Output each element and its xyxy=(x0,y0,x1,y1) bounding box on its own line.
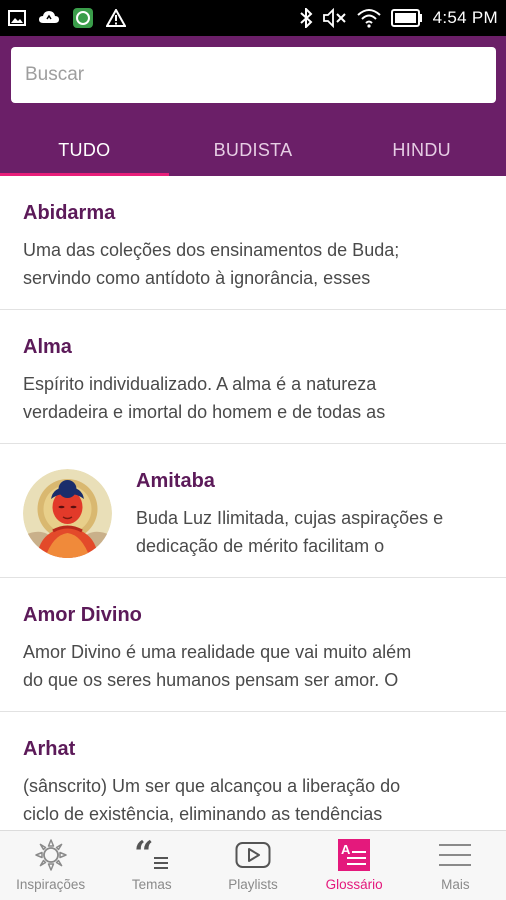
glossary-icon: A xyxy=(338,831,371,873)
amitabha-buddha-image xyxy=(23,469,112,558)
glossary-list: Abidarma Uma das coleções dos ensinament… xyxy=(0,176,506,830)
wifi-icon xyxy=(356,8,381,28)
nav-temas[interactable]: “ Temas xyxy=(101,831,202,900)
nav-label: Temas xyxy=(131,877,172,892)
entry-description: (sânscrito) Um ser que alcançou a libera… xyxy=(23,776,401,824)
image-icon xyxy=(8,10,26,26)
app-notification-icon xyxy=(72,7,94,29)
nav-glossario[interactable]: A Glossário xyxy=(304,831,405,900)
warning-icon xyxy=(106,9,126,27)
nav-inspiracoes[interactable]: Inspirações xyxy=(0,831,101,900)
nav-label: Mais xyxy=(441,877,470,892)
tab-tudo[interactable]: TUDO xyxy=(0,124,169,176)
status-right-icons: 4:54 PM xyxy=(299,8,498,28)
nav-label: Glossário xyxy=(325,877,383,892)
battery-icon xyxy=(390,9,423,27)
search-input[interactable] xyxy=(11,47,496,103)
status-bar: 4:54 PM xyxy=(0,0,506,36)
cloud-icon xyxy=(38,10,60,26)
entry-description: Uma das coleções dos ensinamentos de Bud… xyxy=(23,240,400,288)
bottom-navigation: Inspirações “ Temas Playlists A Glossári… xyxy=(0,830,506,900)
tab-budista[interactable]: BUDISTA xyxy=(169,124,338,176)
search-box xyxy=(11,47,496,103)
glossary-entry-amor-divino[interactable]: Amor Divino Amor Divino é uma realidade … xyxy=(0,578,506,712)
entry-title: Amitaba xyxy=(136,470,215,492)
nav-mais[interactable]: Mais xyxy=(405,831,506,900)
play-icon xyxy=(235,831,271,873)
menu-icon xyxy=(438,831,472,873)
quote-icon: “ xyxy=(134,831,170,873)
glossary-entry-abidarma[interactable]: Abidarma Uma das coleções dos ensinament… xyxy=(0,176,506,310)
nav-label: Inspirações xyxy=(16,877,86,892)
entry-title: Abidarma xyxy=(23,202,116,224)
glossary-entry-arhat[interactable]: Arhat (sânscrito) Um ser que alcançou a … xyxy=(0,712,506,830)
entry-description: Espírito individualizado. A alma é a nat… xyxy=(23,374,386,422)
app-header: TUDO BUDISTA HINDU xyxy=(0,36,506,176)
entry-description: Buda Luz Ilimitada, cujas aspirações e d… xyxy=(136,508,444,556)
entry-title: Alma xyxy=(23,336,72,358)
entry-title: Arhat xyxy=(23,738,76,760)
status-time: 4:54 PM xyxy=(432,8,498,27)
glossary-entry-alma[interactable]: Alma Espírito individualizado. A alma é … xyxy=(0,310,506,444)
category-tabs: TUDO BUDISTA HINDU xyxy=(0,124,506,176)
sun-icon xyxy=(34,831,68,873)
glossary-entry-amitaba[interactable]: Amitaba Buda Luz Ilimitada, cujas aspira… xyxy=(0,444,506,578)
entry-description: Amor Divino é uma realidade que vai muit… xyxy=(23,642,412,690)
svg-text:“: “ xyxy=(134,839,154,871)
svg-text:A: A xyxy=(341,842,351,857)
nav-label: Playlists xyxy=(228,877,278,892)
entry-title: Amor Divino xyxy=(23,604,142,626)
nav-playlists[interactable]: Playlists xyxy=(202,831,303,900)
tab-hindu[interactable]: HINDU xyxy=(337,124,506,176)
bluetooth-icon xyxy=(299,8,313,28)
status-left-icons xyxy=(8,7,126,29)
mute-icon xyxy=(322,8,347,28)
